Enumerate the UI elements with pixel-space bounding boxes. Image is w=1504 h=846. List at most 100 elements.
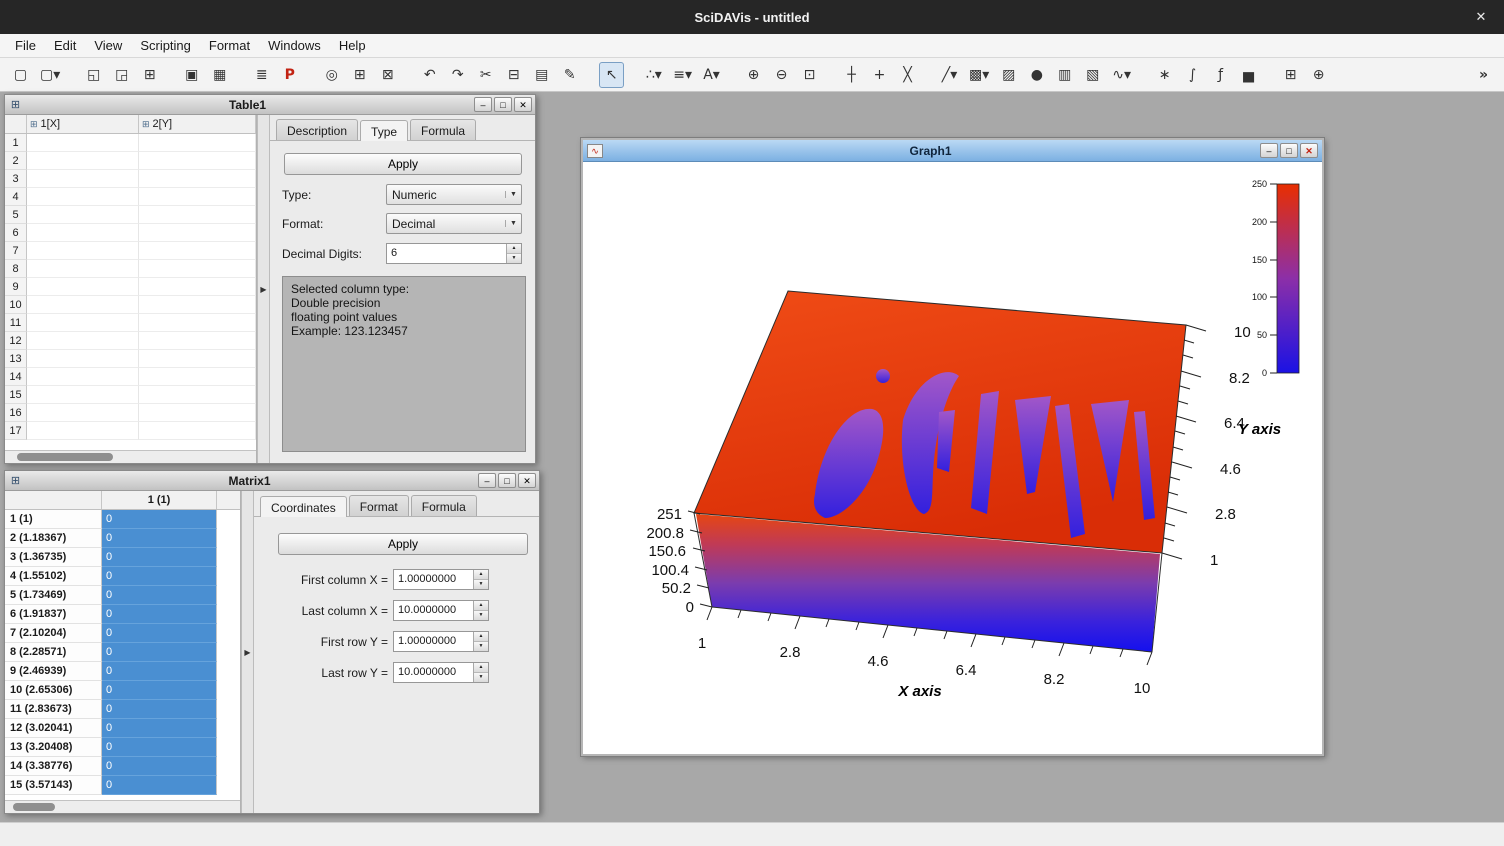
table-cell[interactable] [139,260,256,278]
print-button[interactable]: ≣ [249,62,274,88]
table-cell[interactable] [27,296,139,314]
matrix-row-header[interactable]: 7 (2.10204) [5,624,102,643]
cut-button[interactable]: ✂ [473,62,498,88]
show-table-button[interactable]: ⊞ [347,62,372,88]
table-cell[interactable] [27,332,139,350]
table-cell[interactable] [27,386,139,404]
tab-format[interactable]: Format [349,495,409,516]
row-number[interactable]: 5 [5,206,27,224]
import-ascii-button[interactable]: ⊞ [137,62,162,88]
row-number[interactable]: 15 [5,386,27,404]
table-cell[interactable] [139,422,256,440]
matrix-cell-selected[interactable]: 0 [102,662,217,681]
row-number[interactable]: 12 [5,332,27,350]
undo-button[interactable]: ↶ [417,62,442,88]
matrix-cell-selected[interactable]: 0 [102,681,217,700]
tab-type[interactable]: Type [360,120,408,141]
matrix-cell-selected[interactable]: 0 [102,643,217,662]
row-number[interactable]: 1 [5,134,27,152]
corner-cell[interactable] [5,115,27,133]
matrix-cell-selected[interactable]: 0 [102,738,217,757]
scrollbar-handle[interactable] [13,803,55,811]
column-header-2y[interactable]: ⊞ 2[Y] [139,115,256,133]
minimize-button[interactable]: – [478,473,496,488]
menu-help[interactable]: Help [330,34,375,57]
matrix-row-header[interactable]: 14 (3.38776) [5,757,102,776]
apply-button[interactable]: Apply [278,533,528,555]
panel-collapse-button[interactable]: ▶ [257,115,270,463]
table-cell[interactable] [139,314,256,332]
spin-down-icon[interactable]: ▼ [474,642,488,651]
plot-pie-button[interactable]: ● [1024,62,1049,88]
matrix1-titlebar[interactable]: ⊞ Matrix1 – □ ✕ [5,471,539,491]
minimize-button[interactable]: – [1260,143,1278,158]
script-editor-button[interactable]: ✎ [557,62,582,88]
row-number[interactable]: 9 [5,278,27,296]
plugins-button[interactable]: ∗ [1152,62,1177,88]
close-button[interactable]: ✕ [514,97,532,112]
spin-down-icon[interactable]: ▼ [507,254,521,263]
row-number[interactable]: 7 [5,242,27,260]
save-template-button[interactable]: ▦ [207,62,232,88]
plot-canvas-3d[interactable]: 1 2.8 4.6 6.4 8.2 10 X axis [583,162,1322,754]
field-value[interactable]: 1.00000000 [394,632,473,651]
spin-up-icon[interactable]: ▲ [474,601,488,611]
table-cell[interactable] [139,332,256,350]
zoom-out-button[interactable]: ⊖ [769,62,794,88]
menu-format[interactable]: Format [200,34,259,57]
coordinate-spinbox[interactable]: 10.0000000 ▲ ▼ [393,600,489,621]
matrix-row-header[interactable]: 6 (1.91837) [5,605,102,624]
open-project-button[interactable]: ◱ [81,62,106,88]
plot-area-button[interactable]: ▧ [1080,62,1105,88]
matrix-row-header[interactable]: 8 (2.28571) [5,643,102,662]
spin-down-icon[interactable]: ▼ [474,580,488,589]
table-cell[interactable] [139,278,256,296]
matrix-row-header[interactable]: 11 (2.83673) [5,700,102,719]
table-cell[interactable] [139,386,256,404]
field-value[interactable]: 10.0000000 [394,663,473,682]
row-number[interactable]: 13 [5,350,27,368]
select-data-range-button[interactable]: + [867,62,892,88]
format-select[interactable]: Decimal ▼ [386,213,522,234]
tab-formula[interactable]: Formula [411,495,477,516]
table-cell[interactable] [139,206,256,224]
tab-coordinates[interactable]: Coordinates [260,496,347,517]
integrate-button[interactable]: ∫ [1180,62,1205,88]
paste-button[interactable]: ▤ [529,62,554,88]
export-pdf-button[interactable]: P [277,62,302,88]
spin-up-icon[interactable]: ▲ [474,570,488,580]
table-cell[interactable] [27,188,139,206]
field-value[interactable]: 10.0000000 [394,601,473,620]
tab-formula[interactable]: Formula [410,119,476,140]
open-template-button[interactable]: ◲ [109,62,134,88]
histogram-button[interactable]: ▅ [1236,62,1261,88]
zoom-in-button[interactable]: ⊕ [741,62,766,88]
new-window-dropdown[interactable]: ▢▾ [36,62,64,88]
table-cell[interactable] [139,188,256,206]
matrix-row-header[interactable]: 5 (1.73469) [5,586,102,605]
matrix-cell-selected[interactable]: 0 [102,624,217,643]
maximize-button[interactable]: □ [1280,143,1298,158]
table-cell[interactable] [27,170,139,188]
plot-bars-button[interactable]: ▥ [1052,62,1077,88]
tab-description[interactable]: Description [276,119,358,140]
spin-up-icon[interactable]: ▲ [507,244,521,254]
window-titlebar[interactable]: SciDAVis - untitled ✕ [0,0,1504,34]
menu-edit[interactable]: Edit [45,34,85,57]
table-cell[interactable] [139,368,256,386]
plot-symbol-dropdown[interactable]: ∴▾ [641,62,666,88]
table-cell[interactable] [27,134,139,152]
column-header-1x[interactable]: ⊞ 1[X] [27,115,139,133]
maximize-button[interactable]: □ [498,473,516,488]
matrix-row-header[interactable]: 2 (1.18367) [5,529,102,548]
table1-titlebar[interactable]: ⊞ Table1 – □ ✕ [5,95,535,115]
row-number[interactable]: 8 [5,260,27,278]
table-cell[interactable] [139,242,256,260]
close-icon[interactable]: ✕ [1470,7,1492,27]
corner-cell[interactable] [5,491,102,509]
spin-up-icon[interactable]: ▲ [474,663,488,673]
draw-line-dropdown[interactable]: ╱▾ [937,62,962,88]
close-button[interactable]: ✕ [518,473,536,488]
toolbar-overflow-button[interactable]: » [1471,62,1496,88]
maximize-button[interactable]: □ [494,97,512,112]
